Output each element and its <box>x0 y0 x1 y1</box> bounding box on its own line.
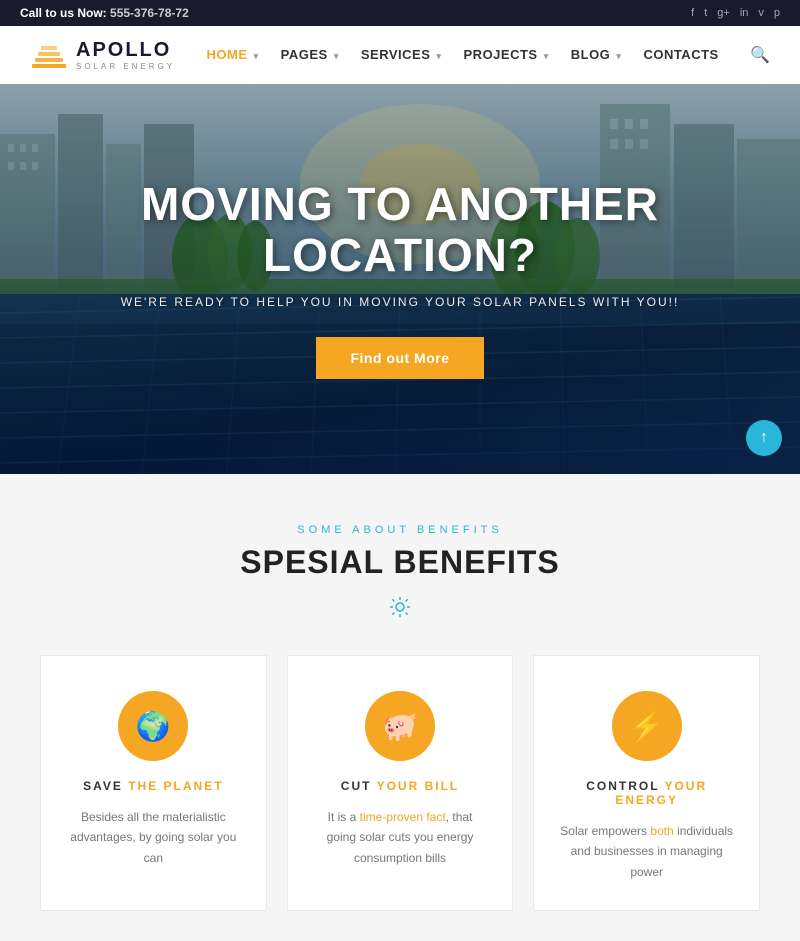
logo-icon <box>30 36 68 74</box>
call-label: Call to us Now: <box>20 6 107 20</box>
card-text-2: It is a time-proven fact, that going sol… <box>312 807 489 868</box>
hero-content: MOVING TO ANOTHER LOCATION? WE'RE READY … <box>0 84 800 474</box>
card-title-1: SAVE THE PLANET <box>65 779 242 793</box>
benefits-section: SOME ABOUT BENEFITS SPESIAL BENEFITS 🌍 S… <box>0 474 800 941</box>
card-cut-bill: 🐖 CUT YOUR BILL It is a time-proven fact… <box>287 655 514 911</box>
navbar: APOLLO SOLAR ENERGY HOME ▾ PAGES ▾ SERVI… <box>0 26 800 84</box>
chevron-down-icon: ▾ <box>436 51 441 61</box>
logo-text: APOLLO SOLAR ENERGY <box>76 38 175 72</box>
highlighted-text-2: both <box>650 824 673 838</box>
brand-name: APOLLO <box>76 38 175 62</box>
nav-item-services[interactable]: SERVICES ▾ <box>361 46 442 64</box>
chevron-down-icon: ▾ <box>334 51 339 61</box>
nav-item-home[interactable]: HOME ▾ <box>207 46 259 64</box>
card-title-3: CONTROL YOUR ENERGY <box>558 779 735 807</box>
pinterest-icon[interactable]: p <box>774 7 780 19</box>
highlighted-text: time-proven fact <box>360 810 446 824</box>
nav-links: HOME ▾ PAGES ▾ SERVICES ▾ PROJECTS ▾ BLO… <box>207 46 719 64</box>
hero-title-line1: MOVING TO ANOTHER <box>141 178 659 230</box>
nav-item-blog[interactable]: BLOG ▾ <box>571 46 622 64</box>
hero-cta-button[interactable]: Find out More <box>316 337 483 379</box>
nav-item-projects[interactable]: PROJECTS ▾ <box>464 46 549 64</box>
social-icons: f t g+ in v p <box>691 7 780 19</box>
nav-item-contacts[interactable]: CONTACTS <box>643 46 718 64</box>
cut-bill-icon: 🐖 <box>365 691 435 761</box>
googleplus-icon[interactable]: g+ <box>717 7 730 19</box>
card-title-highlight-3: YOUR ENERGY <box>615 779 707 807</box>
nav-link-pages[interactable]: PAGES ▾ <box>281 47 339 62</box>
chevron-down-icon: ▾ <box>544 51 549 61</box>
nav-link-contacts[interactable]: CONTACTS <box>643 47 718 62</box>
logo: APOLLO SOLAR ENERGY <box>30 36 175 74</box>
nav-link-home[interactable]: HOME ▾ <box>207 47 259 62</box>
twitter-icon[interactable]: t <box>704 7 707 19</box>
card-title-highlight-2: YOUR BILL <box>377 779 460 793</box>
facebook-icon[interactable]: f <box>691 7 694 19</box>
top-bar: Call to us Now: 555-376-78-72 f t g+ in … <box>0 0 800 26</box>
nav-link-blog[interactable]: BLOG ▾ <box>571 47 622 62</box>
card-text-3: Solar empowers both individuals and busi… <box>558 821 735 882</box>
hero-title-line2: LOCATION? <box>263 229 537 281</box>
phone-number: 555-376-78-72 <box>110 6 189 20</box>
scroll-up-button[interactable]: ↑ <box>746 420 782 456</box>
phone-info: Call to us Now: 555-376-78-72 <box>20 6 189 20</box>
hero-subtitle: WE'RE READY TO HELP YOU IN MOVING YOUR S… <box>121 295 680 309</box>
chevron-down-icon: ▾ <box>616 51 621 61</box>
nav-link-services[interactable]: SERVICES ▾ <box>361 47 442 62</box>
card-save-planet: 🌍 SAVE THE PLANET Besides all the materi… <box>40 655 267 911</box>
chevron-down-icon: ▾ <box>254 51 259 61</box>
benefits-label: SOME ABOUT BENEFITS <box>20 524 780 536</box>
vimeo-icon[interactable]: v <box>758 7 764 19</box>
control-energy-icon: ⚡ <box>612 691 682 761</box>
hero-title: MOVING TO ANOTHER LOCATION? <box>141 179 659 280</box>
card-text-1: Besides all the materialistic advantages… <box>65 807 242 868</box>
cards-row: 🌍 SAVE THE PLANET Besides all the materi… <box>20 655 780 911</box>
card-control-energy: ⚡ CONTROL YOUR ENERGY Solar empowers bot… <box>533 655 760 911</box>
linkedin-icon[interactable]: in <box>740 7 749 19</box>
nav-link-projects[interactable]: PROJECTS ▾ <box>464 47 549 62</box>
hero-section: MOVING TO ANOTHER LOCATION? WE'RE READY … <box>0 84 800 474</box>
card-title-2: CUT YOUR BILL <box>312 779 489 793</box>
benefits-title: SPESIAL BENEFITS <box>20 544 780 581</box>
card-title-highlight-1: THE PLANET <box>128 779 223 793</box>
gear-icon <box>20 595 780 625</box>
nav-item-pages[interactable]: PAGES ▾ <box>281 46 339 64</box>
save-planet-icon: 🌍 <box>118 691 188 761</box>
search-icon[interactable]: 🔍 <box>750 45 770 65</box>
brand-sub: SOLAR ENERGY <box>76 62 175 72</box>
